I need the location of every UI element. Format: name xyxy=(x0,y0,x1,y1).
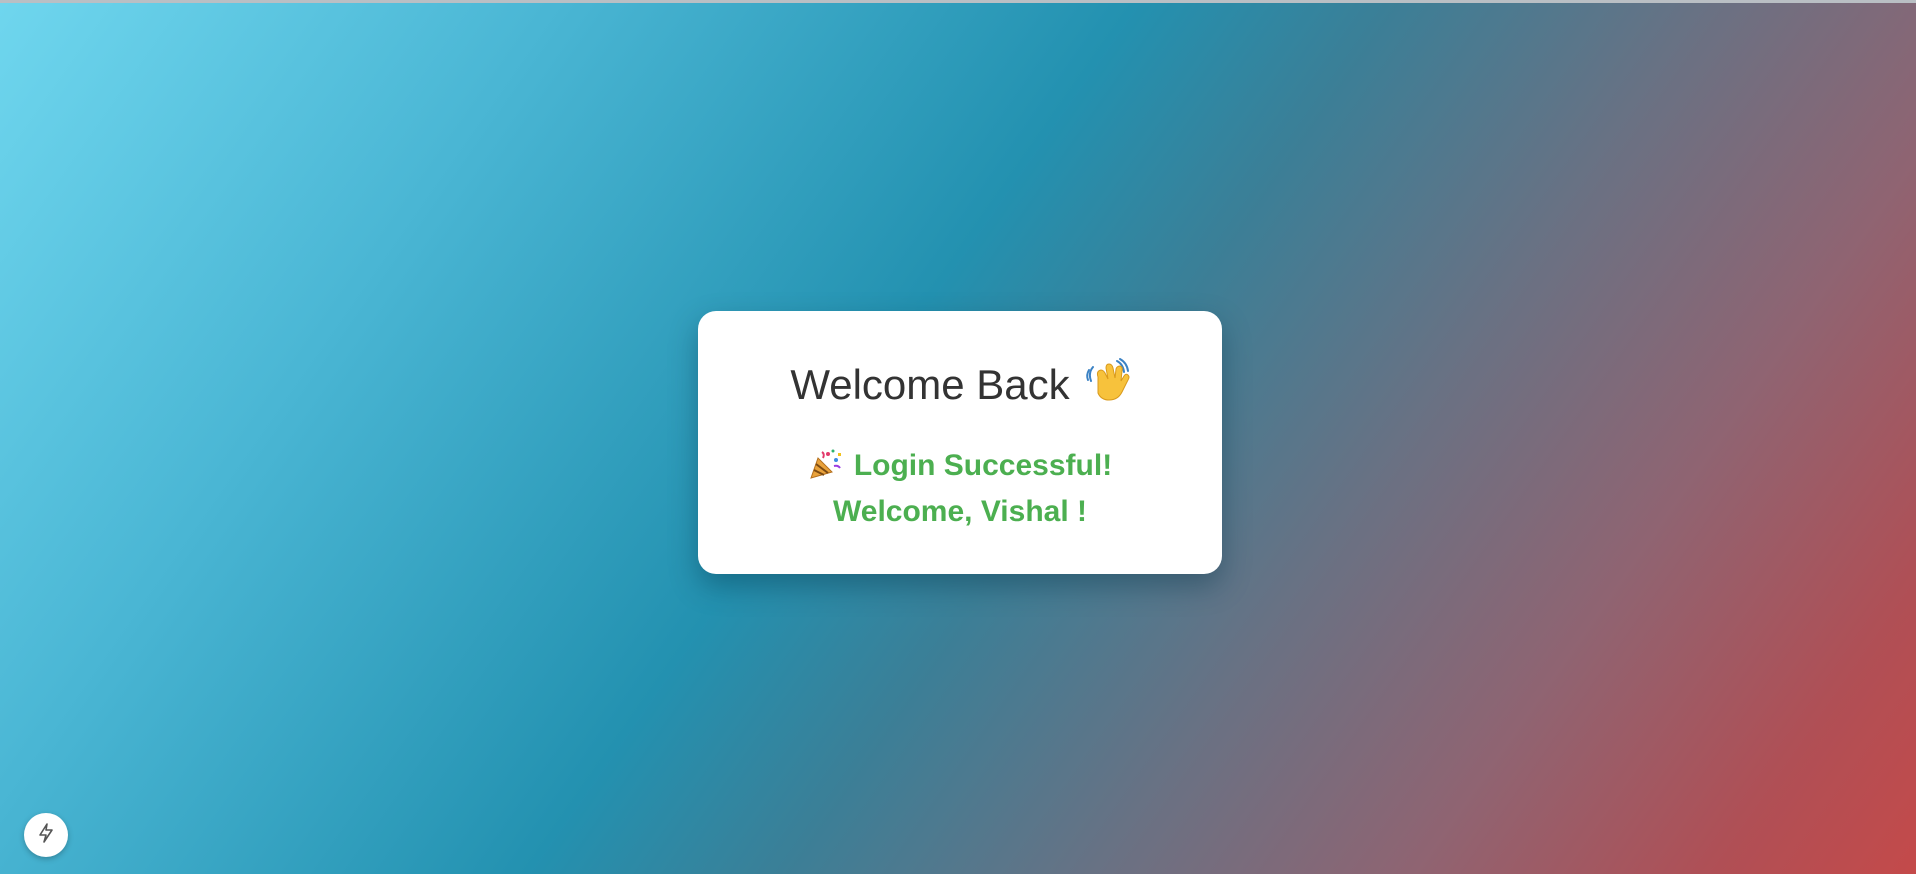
card-title-row: Welcome Back xyxy=(698,357,1222,414)
lightning-bolt-icon xyxy=(35,822,57,849)
lightning-button[interactable] xyxy=(24,813,68,857)
success-message: Login Successful! xyxy=(698,447,1222,490)
waving-hand-icon xyxy=(1084,357,1130,414)
welcome-message: Welcome, Vishal ! xyxy=(833,495,1087,528)
success-text: Login Successful! xyxy=(853,449,1113,482)
party-popper-icon xyxy=(808,448,842,490)
top-border xyxy=(0,0,1916,3)
login-card: Welcome Back Login Successful! Welcome, … xyxy=(698,311,1222,574)
page-title: Welcome Back xyxy=(790,361,1070,408)
